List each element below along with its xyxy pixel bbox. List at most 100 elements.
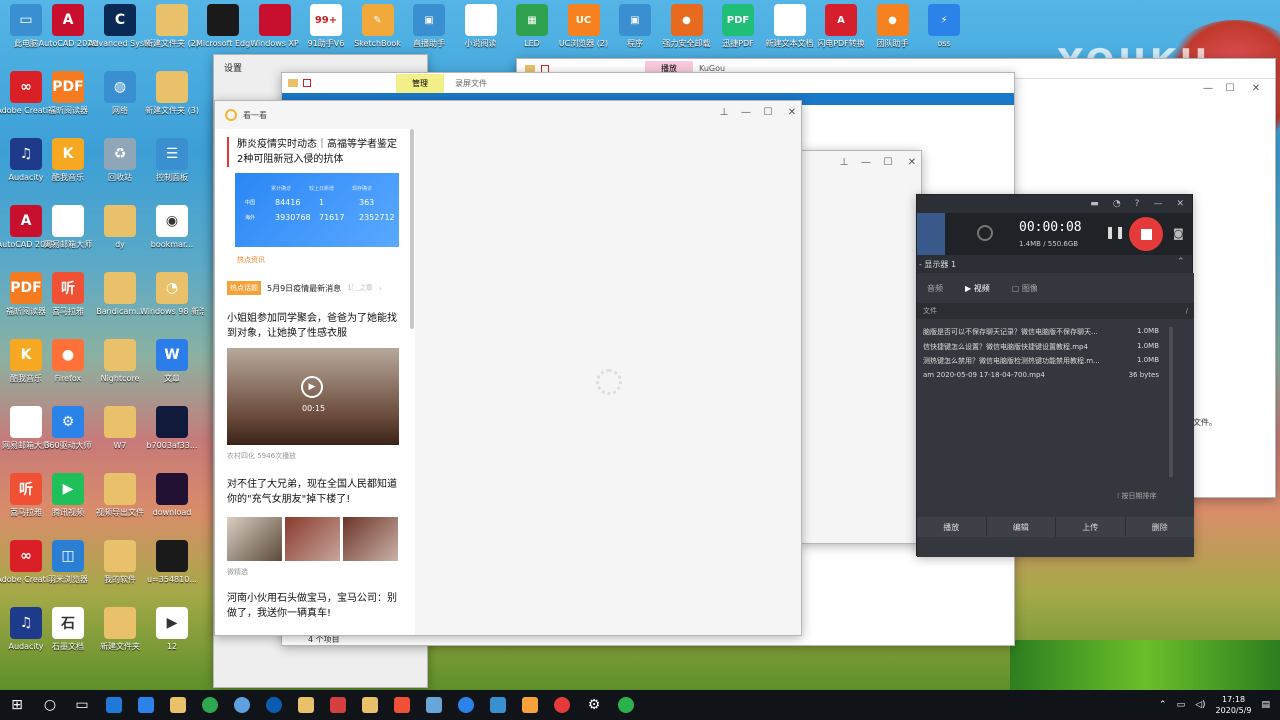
desktop-icon[interactable]: u=354810... xyxy=(140,540,204,608)
scrollbar[interactable] xyxy=(410,129,414,329)
taskbar-app[interactable] xyxy=(162,690,194,720)
desktop-icon-label: 新建文件夹 (3) xyxy=(145,106,199,115)
desktop-icon[interactable]: ◉ bookmar... xyxy=(140,205,204,273)
desktop-icon[interactable]: ☰ 控制面板 xyxy=(140,138,204,206)
close-button[interactable]: ✕ xyxy=(901,151,923,173)
desktop-icon-label: 喜马拉雅 xyxy=(52,307,84,316)
video-thumbnail[interactable]: ▶ 00:15 xyxy=(227,348,399,445)
taskbar-app[interactable]: ⚙ xyxy=(578,690,610,720)
taskbar-app[interactable] xyxy=(546,690,578,720)
tab-manage[interactable]: 管理 xyxy=(396,73,444,93)
taskbar-app[interactable] xyxy=(322,690,354,720)
assistant-icon: 99+ xyxy=(310,4,342,36)
side-text: 文件。 xyxy=(1193,418,1217,427)
thumbnail-image[interactable] xyxy=(227,517,282,561)
tab-audio[interactable]: 音频 xyxy=(923,283,943,294)
desktop-icon-label: 迅捷PDF xyxy=(722,39,754,48)
minimize-button[interactable]: — xyxy=(1197,77,1219,99)
scrollbar[interactable] xyxy=(1169,327,1173,477)
file-row[interactable]: 测热键怎么禁用？微信电脑版检测热键功能禁用教程.m... 1.0MB xyxy=(917,356,1167,371)
maximize-button[interactable]: ☐ xyxy=(1219,77,1241,99)
folder-icon[interactable]: ▬ xyxy=(1090,199,1099,209)
minimize-button[interactable]: — xyxy=(735,101,757,123)
play-icon[interactable]: ▶ xyxy=(301,376,323,398)
stats-value: 71617 xyxy=(319,213,345,222)
taskbar-app[interactable] xyxy=(386,690,418,720)
mode-button[interactable] xyxy=(917,213,945,255)
clock[interactable]: 17:18 2020/5/9 xyxy=(1216,694,1252,716)
network-icon[interactable]: ▭ xyxy=(1177,700,1186,710)
minimize-button[interactable]: — xyxy=(1153,199,1162,209)
story-title[interactable]: 小姐姐参加同学聚会，爸爸为了她能找到对象，让她换了性感衣服 xyxy=(227,311,403,341)
desktop-icon[interactable]: 新建文件夹 (2) xyxy=(140,4,204,72)
tray-chevron-icon[interactable]: ⌃ xyxy=(1159,700,1167,710)
pause-button[interactable]: ❚❚ xyxy=(1105,225,1125,239)
story-title[interactable]: 对不住了大兄弟，现在全国人民都知道你的"充气女朋友"掉下楼了! xyxy=(227,477,403,507)
stop-record-button[interactable] xyxy=(1129,217,1163,251)
edit-action[interactable]: 编辑 xyxy=(986,517,1056,537)
recorder-window[interactable]: ▬ ◔ ? — ✕ 00:00:08 1.4MB / 550.6GB ❚❚ ◙ … xyxy=(916,194,1194,557)
headline[interactable]: 肺炎疫情实时动态｜高福等学者鉴定2种可阻新冠入侵的抗体 xyxy=(227,137,401,167)
maximize-button[interactable]: ☐ xyxy=(877,151,899,173)
taskbar-app[interactable] xyxy=(258,690,290,720)
taskbar-app[interactable] xyxy=(610,690,642,720)
tab-image[interactable]: ▢ 图像 xyxy=(1012,283,1038,294)
story-title[interactable]: 河南小伙用石头做宝马，宝马公司：别做了，我送你一辆真车! xyxy=(227,591,403,621)
taskbar-app[interactable] xyxy=(130,690,162,720)
folder-icon xyxy=(104,272,136,304)
topic-text[interactable]: 5月9日疫情最新消息 xyxy=(267,283,341,294)
desktop-icon[interactable]: 新建文件夹 (3) xyxy=(140,71,204,139)
taskbar-app[interactable] xyxy=(354,690,386,720)
start-button[interactable]: ⊞ xyxy=(0,690,34,720)
desktop-icon[interactable]: ◔ Windows 98 新浩战壳 xyxy=(140,272,204,340)
close-button[interactable]: ✕ xyxy=(1176,199,1184,209)
pin-button[interactable]: ⊥ xyxy=(833,151,855,173)
taskbar-app[interactable] xyxy=(290,690,322,720)
pin-button[interactable]: ⊥ xyxy=(713,101,735,123)
sort-button[interactable]: ⁞ 按日期排序 xyxy=(1117,491,1156,501)
tab-video[interactable]: ▶ 视频 xyxy=(965,283,990,294)
clock-icon[interactable]: ◔ xyxy=(1113,199,1121,209)
desktop-icon[interactable]: 小说阅读 xyxy=(454,4,508,72)
app-icon xyxy=(458,697,474,713)
taskbar-app[interactable] xyxy=(418,690,450,720)
file-row[interactable]: 信快捷键怎么设置？微信电脑版快捷键设置教程.mp4 1.0MB xyxy=(917,342,1167,357)
close-button[interactable]: ✕ xyxy=(781,101,803,123)
thumbnail-image[interactable] xyxy=(285,517,340,561)
storage-size: 1.4MB / 550.6GB xyxy=(1019,240,1079,248)
notification-icon[interactable]: ▤ xyxy=(1261,700,1270,710)
taskbar-app[interactable] xyxy=(450,690,482,720)
upload-action[interactable]: 上传 xyxy=(1056,517,1126,537)
taskbar-app[interactable] xyxy=(98,690,130,720)
taskbar-app[interactable] xyxy=(514,690,546,720)
stats-card[interactable]: 累计确诊 较上日新增 现存确诊 中国 84416 1 363 海外 393076… xyxy=(235,173,399,247)
taskbar-app[interactable] xyxy=(482,690,514,720)
desktop-icon-label: 程序 xyxy=(627,39,643,48)
search-button[interactable]: ○ xyxy=(34,690,66,720)
help-icon[interactable]: ? xyxy=(1135,199,1140,209)
file-row[interactable]: 脑版是否可以不保存聊天记录？微信电脑版不保存聊天... 1.0MB xyxy=(917,327,1167,342)
folder-icon xyxy=(104,339,136,371)
taskbar-app[interactable] xyxy=(226,690,258,720)
close-button[interactable]: ✕ xyxy=(1245,77,1267,99)
news-window[interactable]: 看一看 ⊥ — ☐ ✕ 肺炎疫情实时动态｜高福等学者鉴定2种可阻新冠入侵的抗体 … xyxy=(214,100,802,636)
maximize-button[interactable]: ☐ xyxy=(757,101,779,123)
collapse-icon[interactable]: ⌃ xyxy=(1177,257,1185,267)
desktop-icon[interactable]: ▶ 12 xyxy=(140,607,204,675)
desktop-icon-label: 视频导出文件 xyxy=(96,508,144,517)
desktop-icon[interactable]: W 文章 xyxy=(140,339,204,407)
minimize-button[interactable]: — xyxy=(855,151,877,173)
play-action[interactable]: 播放 xyxy=(917,517,987,537)
webcam-icon[interactable] xyxy=(977,225,993,241)
floating-window[interactable]: ⊥ — ☐ ✕ xyxy=(800,150,922,544)
taskbar-app[interactable] xyxy=(194,690,226,720)
desktop-icon[interactable]: b7003af33... xyxy=(140,406,204,474)
desktop-icon[interactable]: download xyxy=(140,473,204,541)
camera-icon[interactable]: ◙ xyxy=(1173,227,1184,240)
volume-icon[interactable]: ◁) xyxy=(1195,700,1205,710)
path-button[interactable]: / xyxy=(1186,307,1188,315)
thumbnail-image[interactable] xyxy=(343,517,398,561)
task-view-button[interactable]: ▭ xyxy=(66,690,98,720)
file-row[interactable]: am 2020-05-09 17-18-04-700.mp4 36 bytes xyxy=(917,371,1167,386)
delete-action[interactable]: 删除 xyxy=(1125,517,1194,537)
